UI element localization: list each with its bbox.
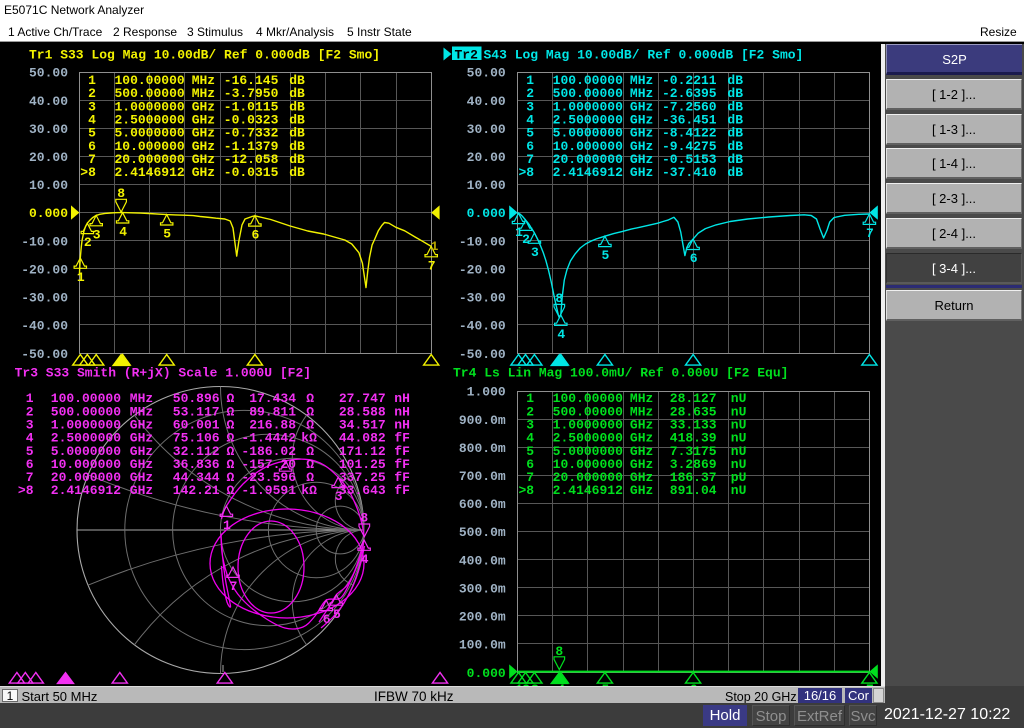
svg-text:30.00: 30.00 bbox=[29, 122, 68, 137]
svg-text:nU: nU bbox=[731, 483, 747, 498]
svg-text:8: 8 bbox=[555, 644, 563, 659]
svg-text:Tr3 S33 Smith (R+jX) Scale 1.0: Tr3 S33 Smith (R+jX) Scale 1.000U [F2] bbox=[15, 366, 311, 381]
svg-text:400.0m: 400.0m bbox=[459, 553, 506, 568]
svg-text:GHz: GHz bbox=[130, 483, 153, 498]
svg-text:20.00: 20.00 bbox=[29, 150, 68, 165]
svg-text:50.00: 50.00 bbox=[467, 66, 506, 81]
svg-text:Tr1 S33 Log Mag 10.00dB/ Ref 0: Tr1 S33 Log Mag 10.00dB/ Ref 0.000dB [F2… bbox=[29, 47, 380, 62]
svg-text:8: 8 bbox=[117, 186, 125, 201]
svg-text:dB: dB bbox=[289, 165, 305, 180]
svg-text:>8: >8 bbox=[518, 483, 534, 498]
svg-text:-30.00: -30.00 bbox=[459, 291, 506, 306]
svg-text:Ω: Ω bbox=[227, 483, 235, 498]
svg-text:S43 Log Mag 10.00dB/ Ref 0.000: S43 Log Mag 10.00dB/ Ref 0.000dB [F2 Smo… bbox=[484, 47, 804, 62]
svg-text:4: 4 bbox=[557, 327, 565, 342]
svg-text:142.21: 142.21 bbox=[173, 483, 220, 498]
svg-text:>8: >8 bbox=[80, 165, 96, 180]
svg-text:-0.0315: -0.0315 bbox=[224, 165, 279, 180]
svg-text:500.0m: 500.0m bbox=[459, 525, 506, 540]
svg-text:5: 5 bbox=[333, 607, 341, 622]
svg-text:8: 8 bbox=[555, 291, 563, 306]
svg-text:fF: fF bbox=[394, 483, 410, 498]
svg-text:2: 2 bbox=[84, 235, 92, 250]
svg-text:50.00: 50.00 bbox=[29, 66, 68, 81]
svg-text:0.000: 0.000 bbox=[467, 206, 506, 221]
svg-text:-50.00: -50.00 bbox=[459, 347, 506, 362]
svg-text:33.643: 33.643 bbox=[339, 483, 386, 498]
svg-text:5: 5 bbox=[163, 227, 171, 242]
svg-text:6: 6 bbox=[251, 228, 259, 243]
svg-text:-37.410: -37.410 bbox=[662, 165, 717, 180]
svg-text:2.4146912: 2.4146912 bbox=[553, 165, 623, 180]
svg-text:6: 6 bbox=[323, 612, 331, 627]
svg-text:Tr2: Tr2 bbox=[455, 47, 479, 62]
svg-text:1: 1 bbox=[223, 518, 231, 533]
svg-text:200.0m: 200.0m bbox=[459, 610, 506, 625]
svg-text:>8: >8 bbox=[18, 483, 34, 498]
svg-text:40.00: 40.00 bbox=[29, 94, 68, 109]
svg-text:0.000: 0.000 bbox=[467, 666, 506, 681]
svg-text:10.00: 10.00 bbox=[29, 178, 68, 193]
svg-text:-20.00: -20.00 bbox=[21, 263, 68, 278]
svg-text:10.00: 10.00 bbox=[467, 178, 506, 193]
svg-text:0.000: 0.000 bbox=[29, 206, 68, 221]
svg-text:-50.00: -50.00 bbox=[21, 347, 68, 362]
svg-text:-40.00: -40.00 bbox=[459, 319, 506, 334]
svg-text:800.0m: 800.0m bbox=[459, 441, 506, 456]
svg-text:1: 1 bbox=[431, 239, 439, 254]
svg-text:700.0m: 700.0m bbox=[459, 469, 506, 484]
svg-text:6: 6 bbox=[690, 251, 698, 266]
svg-text:40.00: 40.00 bbox=[467, 94, 506, 109]
svg-text:900.0m: 900.0m bbox=[459, 413, 506, 428]
svg-text:4: 4 bbox=[361, 552, 369, 567]
svg-text:7: 7 bbox=[866, 226, 874, 241]
svg-text:GHz: GHz bbox=[630, 483, 653, 498]
svg-text:kΩ: kΩ bbox=[301, 483, 317, 498]
svg-text:2.4146912: 2.4146912 bbox=[553, 483, 623, 498]
svg-text:300.0m: 300.0m bbox=[459, 582, 506, 597]
svg-text:3: 3 bbox=[531, 245, 539, 260]
svg-text:1: 1 bbox=[77, 270, 85, 285]
svg-text:Tr4 Ls Lin Mag 100.0mU/ Ref 0.: Tr4 Ls Lin Mag 100.0mU/ Ref 0.000U [F2 E… bbox=[453, 366, 788, 381]
svg-text:dB: dB bbox=[727, 165, 743, 180]
svg-text:4: 4 bbox=[119, 225, 127, 240]
svg-text:30.00: 30.00 bbox=[467, 122, 506, 137]
svg-text:-30.00: -30.00 bbox=[21, 291, 68, 306]
svg-text:600.0m: 600.0m bbox=[459, 497, 506, 512]
svg-text:-20.00: -20.00 bbox=[459, 263, 506, 278]
svg-text:20.00: 20.00 bbox=[467, 150, 506, 165]
svg-text:3: 3 bbox=[93, 227, 101, 242]
svg-text:100.0m: 100.0m bbox=[459, 638, 506, 653]
svg-text:>8: >8 bbox=[518, 165, 534, 180]
svg-text:891.04: 891.04 bbox=[670, 483, 717, 498]
svg-text:-40.00: -40.00 bbox=[21, 319, 68, 334]
svg-text:GHz: GHz bbox=[192, 165, 215, 180]
svg-text:-1.9591: -1.9591 bbox=[241, 483, 296, 498]
svg-text:5: 5 bbox=[601, 248, 609, 263]
svg-text:1.000: 1.000 bbox=[467, 385, 506, 400]
svg-text:GHz: GHz bbox=[630, 165, 653, 180]
svg-text:7: 7 bbox=[428, 258, 436, 273]
svg-text:-10.00: -10.00 bbox=[21, 234, 68, 249]
svg-text:7: 7 bbox=[230, 579, 238, 594]
svg-text:2.4146912: 2.4146912 bbox=[114, 165, 184, 180]
svg-text:2.4146912: 2.4146912 bbox=[51, 483, 121, 498]
svg-text:2: 2 bbox=[522, 232, 530, 247]
svg-text:8: 8 bbox=[360, 511, 368, 526]
svg-text:-10.00: -10.00 bbox=[459, 234, 506, 249]
